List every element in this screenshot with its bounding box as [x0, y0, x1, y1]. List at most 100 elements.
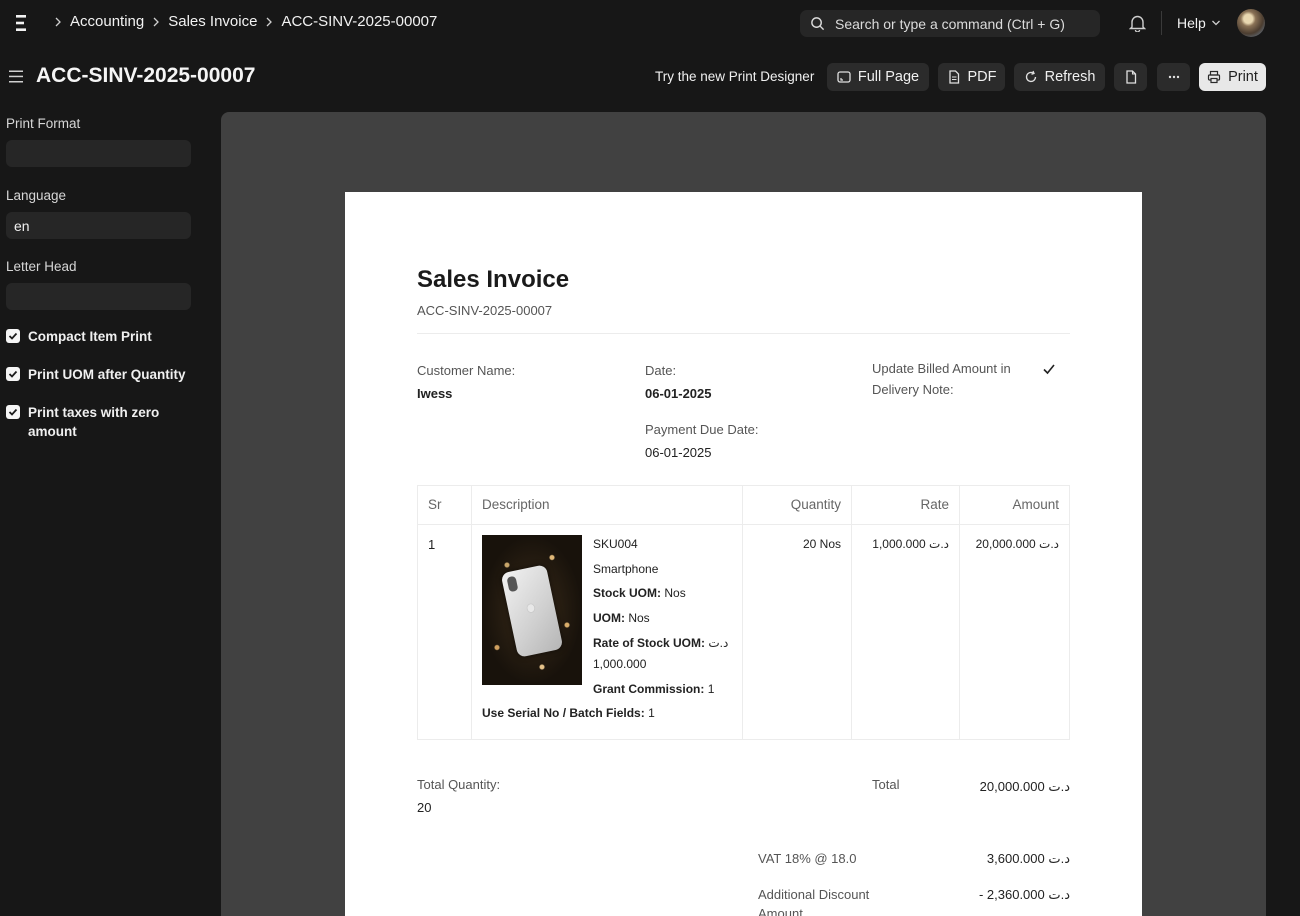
page-title: ACC-SINV-2025-00007 [36, 64, 256, 87]
hamburger-menu-icon[interactable] [9, 70, 23, 83]
print-designer-link[interactable]: Try the new Print Designer [655, 69, 814, 84]
invoice-title: Sales Invoice [417, 266, 570, 293]
items-table-header: Sr Description Quantity Rate Amount [418, 486, 1069, 525]
checkbox-checked-icon[interactable] [6, 405, 20, 419]
divider [417, 333, 1070, 334]
language-select[interactable]: en [6, 212, 191, 239]
item-quantity: 20 Nos [802, 537, 841, 551]
item-code: SKU004 [593, 537, 638, 551]
avatar[interactable] [1237, 9, 1265, 37]
breadcrumb-current-invoice[interactable]: ACC-SINV-2025-00007 [281, 13, 437, 30]
refresh-button[interactable]: Refresh [1014, 63, 1105, 91]
more-actions-button[interactable] [1157, 63, 1190, 91]
total-label: Total [872, 777, 900, 792]
refresh-icon [1025, 70, 1036, 83]
letter-head-select[interactable] [6, 283, 191, 310]
discount-label-line2: Amount [758, 906, 803, 916]
document-settings-button[interactable] [1114, 63, 1147, 91]
total-value: 20,000.000 د.ت [979, 779, 1070, 794]
stock-uom-line: Stock UOM: Nos [593, 586, 686, 600]
serial-batch-label: Use Serial No / Batch Fields: [482, 706, 645, 720]
column-header-amount: Amount [1012, 497, 1059, 512]
discount-value: - 2,360.000 د.ت [978, 887, 1070, 902]
rate-stock-uom-label: Rate of Stock UOM: [593, 636, 706, 650]
print-taxes-zero-amount-checkbox[interactable]: Print taxes with zero amount [6, 403, 186, 441]
chevron-right-icon [261, 14, 277, 30]
payment-due-date-label: Payment Due Date: [645, 422, 759, 437]
print-uom-after-quantity-label: Print UOM after Quantity [28, 367, 186, 382]
total-quantity-label: Total Quantity: [417, 777, 501, 792]
breadcrumb: Accounting Sales Invoice ACC-SINV-2025-0… [46, 13, 437, 30]
update-billed-label-line2: Delivery Note: [872, 382, 954, 397]
serial-batch-line: Use Serial No / Batch Fields: 1 [482, 706, 655, 720]
invoice-number: ACC-SINV-2025-00007 [417, 303, 553, 318]
items-table: Sr Description Quantity Rate Amount 1 SK… [417, 485, 1070, 740]
rate-stock-uom-value: 1,000.000 [593, 657, 647, 671]
update-billed-label-line1: Update Billed Amount in [872, 361, 1011, 376]
vat-value: 3,600.000 د.ت [986, 851, 1070, 866]
uom-label: UOM: [593, 611, 625, 625]
column-header-quantity: Quantity [790, 497, 841, 512]
app-logo-icon[interactable] [14, 12, 28, 34]
search-placeholder: Search or type a command (Ctrl + G) [835, 15, 1065, 32]
ellipsis-icon [1168, 75, 1179, 79]
grant-commission-value: 1 [707, 682, 715, 696]
discount-label-line1: Additional Discount [758, 887, 870, 902]
date-value: 06-01-2025 [645, 386, 712, 401]
payment-due-date-value: 06-01-2025 [645, 445, 712, 460]
print-uom-after-quantity-checkbox[interactable]: Print UOM after Quantity [6, 365, 186, 384]
refresh-label: Refresh [1044, 69, 1096, 85]
item-name: Smartphone [593, 562, 659, 576]
language-label: Language [6, 188, 67, 203]
camera-icon [506, 575, 519, 593]
chevron-down-icon [1211, 20, 1220, 26]
uom-line: UOM: Nos [593, 611, 650, 625]
rate-stock-uom-line: Rate of Stock UOM: د.ت [593, 636, 728, 650]
item-sr: 1 [428, 537, 436, 552]
bell-icon[interactable] [1129, 14, 1146, 32]
pdf-button[interactable]: PDF [938, 63, 1005, 91]
stock-uom-value: Nos [664, 586, 686, 600]
item-amount: 20,000.000 د.ت [975, 537, 1059, 551]
serial-batch-value: 1 [648, 706, 655, 720]
compact-item-print-label: Compact Item Print [28, 329, 152, 344]
logo-icon [526, 603, 536, 613]
print-label: Print [1228, 69, 1258, 85]
uom-value: Nos [628, 611, 650, 625]
navbar-divider [1161, 11, 1162, 35]
full-page-button[interactable]: Full Page [827, 63, 929, 91]
pdf-label: PDF [967, 69, 997, 85]
fullscreen-icon [837, 71, 851, 83]
search-input[interactable]: Search or type a command (Ctrl + G) [800, 10, 1100, 37]
column-header-description: Description [482, 497, 550, 512]
item-image [482, 535, 582, 685]
total-quantity-value: 20 [417, 800, 432, 815]
breadcrumb-accounting[interactable]: Accounting [70, 13, 144, 30]
help-dropdown[interactable]: Help [1177, 15, 1221, 31]
chevron-right-icon [50, 14, 66, 30]
column-divider [959, 486, 960, 739]
checkmark-icon [1043, 364, 1055, 375]
breadcrumb-sales-invoice[interactable]: Sales Invoice [168, 13, 257, 30]
file-icon [948, 70, 959, 84]
vat-label: VAT 18% @ 18.0 [758, 851, 857, 866]
column-header-sr: Sr [428, 497, 442, 512]
customer-name-label: Customer Name: [417, 363, 516, 378]
grant-commission-label: Grant Commission: [593, 682, 705, 696]
checkbox-checked-icon[interactable] [6, 329, 20, 343]
print-button[interactable]: Print [1199, 63, 1266, 91]
column-divider [471, 486, 472, 739]
column-header-rate: Rate [920, 497, 949, 512]
grant-commission-line: Grant Commission: 1 [593, 682, 714, 696]
column-divider [851, 486, 852, 739]
chevron-right-icon [148, 14, 164, 30]
customer-name-value: Iwess [417, 386, 453, 401]
compact-item-print-checkbox[interactable]: Compact Item Print [6, 327, 152, 346]
printer-icon [1207, 70, 1221, 84]
print-format-select[interactable] [6, 140, 191, 167]
print-preview-area: Sales Invoice ACC-SINV-2025-00007 Custom… [221, 112, 1266, 916]
checkbox-checked-icon[interactable] [6, 367, 20, 381]
stock-uom-label: Stock UOM: [593, 586, 662, 600]
letter-head-label: Letter Head [6, 259, 77, 274]
search-icon [811, 17, 825, 31]
